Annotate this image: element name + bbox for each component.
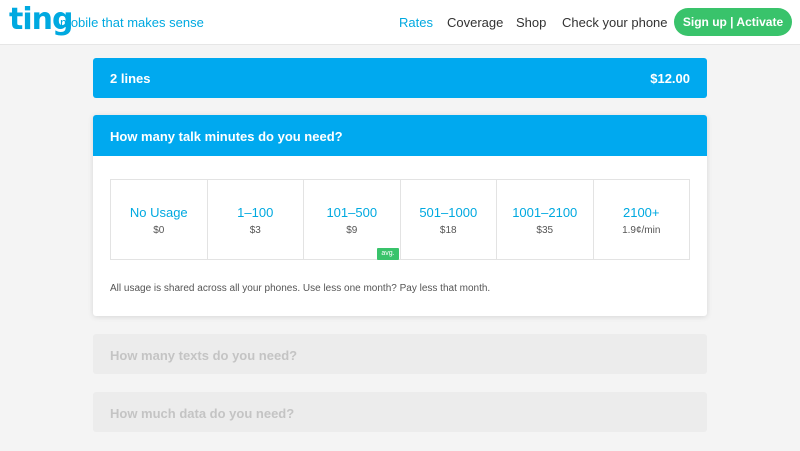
option-price: $35 (536, 225, 554, 236)
nav-rates[interactable]: Rates (399, 15, 433, 30)
option-label: 2100+ (622, 205, 660, 220)
lines-price: $12.00 (650, 71, 690, 86)
texts-section[interactable]: How many texts do you need? (93, 334, 707, 374)
option-price: $9 (346, 225, 358, 236)
talk-option-101-500[interactable]: 101–500 $9 avg. (304, 180, 401, 260)
talk-options: No Usage $0 1–100 $3 101–500 $9 avg. 501… (110, 179, 690, 260)
avg-badge: avg. (377, 248, 399, 260)
option-label: 101–500 (326, 205, 378, 220)
talk-option-1001-2100[interactable]: 1001–2100 $35 (497, 180, 594, 259)
lines-summary-bar[interactable]: 2 lines $12.00 (93, 58, 707, 98)
talk-option-501-1000[interactable]: 501–1000 $18 (401, 180, 497, 259)
nav-shop[interactable]: Shop (516, 15, 546, 30)
option-price: 1.9¢/min (622, 225, 661, 236)
option-label: 1–100 (237, 205, 274, 220)
tagline: mobile that makes sense (60, 15, 204, 30)
talk-minutes-question: How many talk minutes do you need? (110, 129, 343, 144)
talk-option-1-100[interactable]: 1–100 $3 (208, 180, 304, 259)
talk-minutes-card: How many talk minutes do you need? No Us… (93, 115, 707, 316)
usage-note: All usage is shared across all your phon… (110, 283, 491, 294)
texts-question: How many texts do you need? (110, 348, 298, 363)
signup-activate-button[interactable]: Sign up | Activate (674, 8, 792, 36)
nav-coverage[interactable]: Coverage (447, 15, 503, 30)
option-label: 501–1000 (419, 205, 478, 220)
option-label: 1001–2100 (512, 205, 578, 220)
option-price: $0 (153, 225, 165, 236)
lines-label: 2 lines (110, 71, 151, 86)
option-price: $18 (439, 225, 457, 236)
option-price: $3 (249, 225, 261, 236)
talk-option-2100-plus[interactable]: 2100+ 1.9¢/min (594, 180, 690, 259)
talk-minutes-header[interactable]: How many talk minutes do you need? (93, 115, 707, 156)
data-section[interactable]: How much data do you need? (93, 392, 707, 432)
nav-check-your-phone[interactable]: Check your phone (562, 15, 668, 30)
site-header: ting mobile that makes sense Rates Cover… (0, 0, 800, 45)
option-label: No Usage (129, 205, 188, 220)
data-question: How much data do you need? (110, 406, 295, 421)
talk-option-no-usage[interactable]: No Usage $0 (111, 180, 208, 259)
